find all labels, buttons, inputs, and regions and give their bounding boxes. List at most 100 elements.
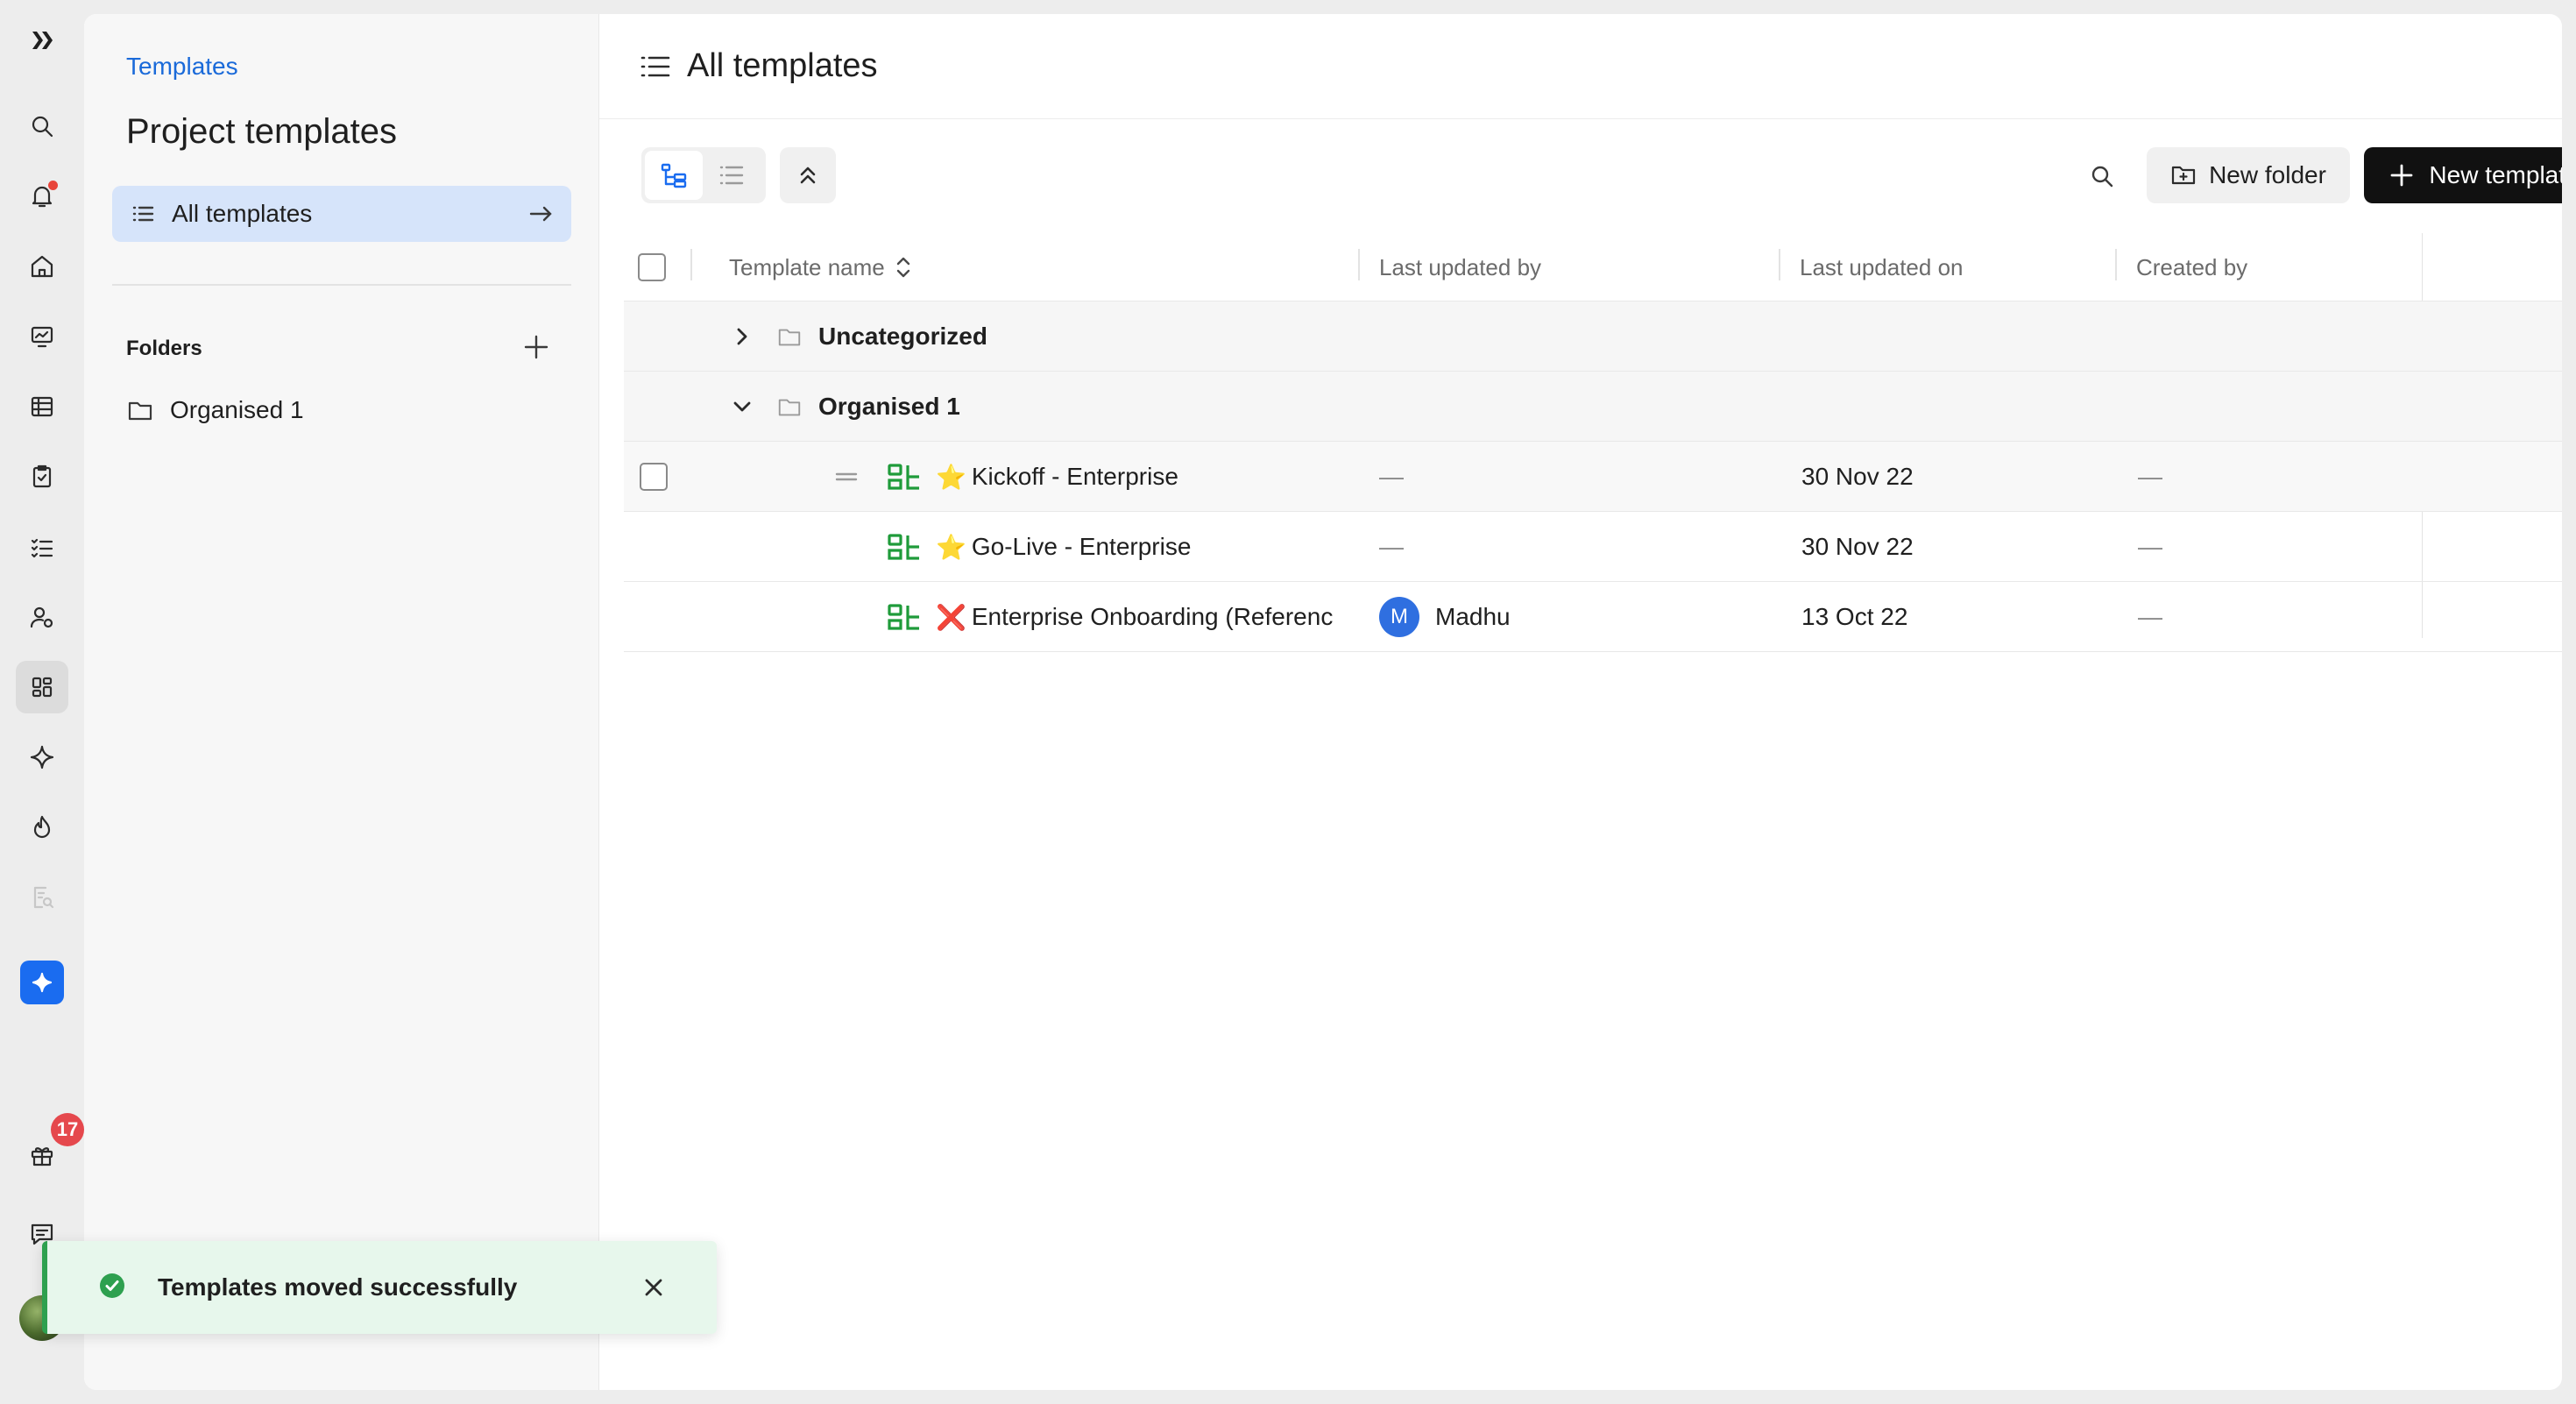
column-separator xyxy=(1358,249,1360,280)
logo-icon[interactable] xyxy=(16,14,68,67)
folders-heading: Folders xyxy=(126,337,202,360)
tree-view-icon xyxy=(661,163,687,188)
add-folder-button[interactable] xyxy=(517,328,556,366)
folder-item-organised-1[interactable]: Organised 1 xyxy=(126,391,304,429)
template-name-cell[interactable]: ⭐ Kickoff - Enterprise xyxy=(936,442,1348,512)
clipboard-icon[interactable] xyxy=(16,450,68,503)
home-icon[interactable] xyxy=(16,240,68,293)
created-by: — xyxy=(2138,603,2162,630)
table-search-button[interactable] xyxy=(2080,154,2124,198)
sidebar-item-all-templates[interactable]: All templates xyxy=(112,186,571,242)
created-by: — xyxy=(2138,463,2162,490)
star-icon: ⭐ xyxy=(936,462,966,492)
icon-rail: 17 xyxy=(0,0,84,1404)
template-name-cell[interactable]: ❌ Enterprise Onboarding (Referenc xyxy=(936,582,1355,652)
drag-handle-icon[interactable] xyxy=(834,442,859,512)
star-icon: ⭐ xyxy=(936,532,966,562)
collapse-all-button[interactable] xyxy=(780,147,836,203)
tasks-icon[interactable] xyxy=(16,521,68,573)
column-header-label: Last updated on xyxy=(1800,253,1964,280)
column-header-created-by[interactable]: Created by xyxy=(2136,233,2247,301)
table-row[interactable]: ❌ Enterprise Onboarding (Referenc M Madh… xyxy=(624,582,2562,652)
bell-icon[interactable] xyxy=(16,170,68,223)
templates-icon[interactable] xyxy=(16,661,68,713)
list-icon xyxy=(132,206,154,222)
table-row[interactable]: ⭐ Go-Live - Enterprise — 30 Nov 22 — xyxy=(624,512,2562,582)
ai-assistant-icon[interactable] xyxy=(20,961,64,1004)
search-icon[interactable] xyxy=(16,100,68,152)
table-header: Template name Last updated by Last updat… xyxy=(624,233,2562,301)
breadcrumb-templates[interactable]: Templates xyxy=(126,53,238,81)
sort-icon[interactable] xyxy=(894,256,913,279)
toast-message: Templates moved successfully xyxy=(158,1273,518,1301)
table-row[interactable]: ⭐ Kickoff - Enterprise — 30 Nov 22 — xyxy=(624,442,2562,512)
flame-icon[interactable] xyxy=(16,801,68,854)
template-icon xyxy=(887,512,922,582)
view-toggle xyxy=(641,147,766,203)
templates-table: Template name Last updated by Last updat… xyxy=(624,233,2562,652)
list-icon xyxy=(640,56,670,76)
last-updated-on: 30 Nov 22 xyxy=(1801,533,1914,560)
column-header-last-updated-on[interactable]: Last updated on xyxy=(1800,233,1964,301)
column-header-last-updated-by[interactable]: Last updated by xyxy=(1379,233,1541,301)
select-all-checkbox[interactable] xyxy=(638,253,666,281)
row-checkbox-cell xyxy=(640,442,668,512)
report-search-icon[interactable] xyxy=(16,871,68,924)
column-header-label: Created by xyxy=(2136,253,2248,280)
divider xyxy=(112,284,571,286)
projects-icon[interactable] xyxy=(16,380,68,433)
plus-icon xyxy=(524,335,548,359)
template-name: Go-Live - Enterprise xyxy=(971,533,1192,560)
arrow-right-icon xyxy=(529,206,552,222)
folder-item-label: Organised 1 xyxy=(170,396,304,423)
new-template-label: New template xyxy=(2429,161,2562,188)
last-updated-by-cell: M Madhu xyxy=(1379,582,1511,652)
column-separator xyxy=(2115,249,2117,280)
plus-icon xyxy=(2391,164,2413,187)
group-name: Uncategorized xyxy=(818,323,987,350)
column-header-label: Last updated by xyxy=(1379,253,1542,280)
last-updated-by: — xyxy=(1379,463,1404,490)
group-row-uncategorized[interactable]: Uncategorized xyxy=(624,301,2562,372)
close-toast-button[interactable] xyxy=(634,1268,673,1307)
template-name-cell[interactable]: ⭐ Go-Live - Enterprise xyxy=(936,512,1348,582)
template-icon xyxy=(887,442,922,512)
select-all-checkbox-cell xyxy=(638,233,666,301)
column-header-template-name[interactable]: Template name xyxy=(729,233,913,301)
last-updated-by: — xyxy=(1379,533,1404,560)
new-template-button[interactable]: New template xyxy=(2364,147,2562,203)
last-updated-by: Madhu xyxy=(1435,603,1511,630)
last-updated-on: 13 Oct 22 xyxy=(1801,603,1908,630)
dashboard-icon[interactable] xyxy=(16,310,68,363)
list-view-button[interactable] xyxy=(703,151,761,200)
folder-icon xyxy=(776,301,803,372)
template-name: Enterprise Onboarding (Referenc xyxy=(971,603,1334,630)
chevron-right-icon[interactable] xyxy=(731,301,754,372)
template-name: Kickoff - Enterprise xyxy=(971,463,1178,490)
folder-icon xyxy=(128,401,152,421)
user-settings-icon[interactable] xyxy=(16,591,68,643)
chevron-down-icon[interactable] xyxy=(731,372,754,442)
templates-sidebar: Templates Project templates All template… xyxy=(84,14,599,1390)
notification-dot xyxy=(48,181,58,190)
new-folder-label: New folder xyxy=(2209,161,2326,188)
row-checkbox[interactable] xyxy=(640,463,668,491)
group-row-organised-1[interactable]: Organised 1 xyxy=(624,372,2562,442)
sidebar-item-label: All templates xyxy=(172,200,313,227)
tree-view-button[interactable] xyxy=(645,151,703,200)
column-separator xyxy=(1779,249,1780,280)
gift-icon[interactable]: 17 xyxy=(16,1113,84,1181)
group-name: Organised 1 xyxy=(818,393,960,420)
gift-count-badge: 17 xyxy=(51,1113,84,1146)
last-updated-on: 30 Nov 22 xyxy=(1801,463,1914,490)
column-separator xyxy=(690,249,692,280)
app-card: Templates Project templates All template… xyxy=(84,14,2562,1390)
success-toast: Templates moved successfully xyxy=(42,1241,717,1334)
close-icon xyxy=(645,1279,662,1296)
new-folder-button[interactable]: New folder xyxy=(2147,147,2350,203)
main-content: All templates New folder New templa te xyxy=(599,14,2562,1390)
sparkle-icon[interactable] xyxy=(16,731,68,784)
search-icon xyxy=(2091,166,2113,188)
main-title: All templates xyxy=(687,47,878,84)
folder-icon xyxy=(776,372,803,442)
